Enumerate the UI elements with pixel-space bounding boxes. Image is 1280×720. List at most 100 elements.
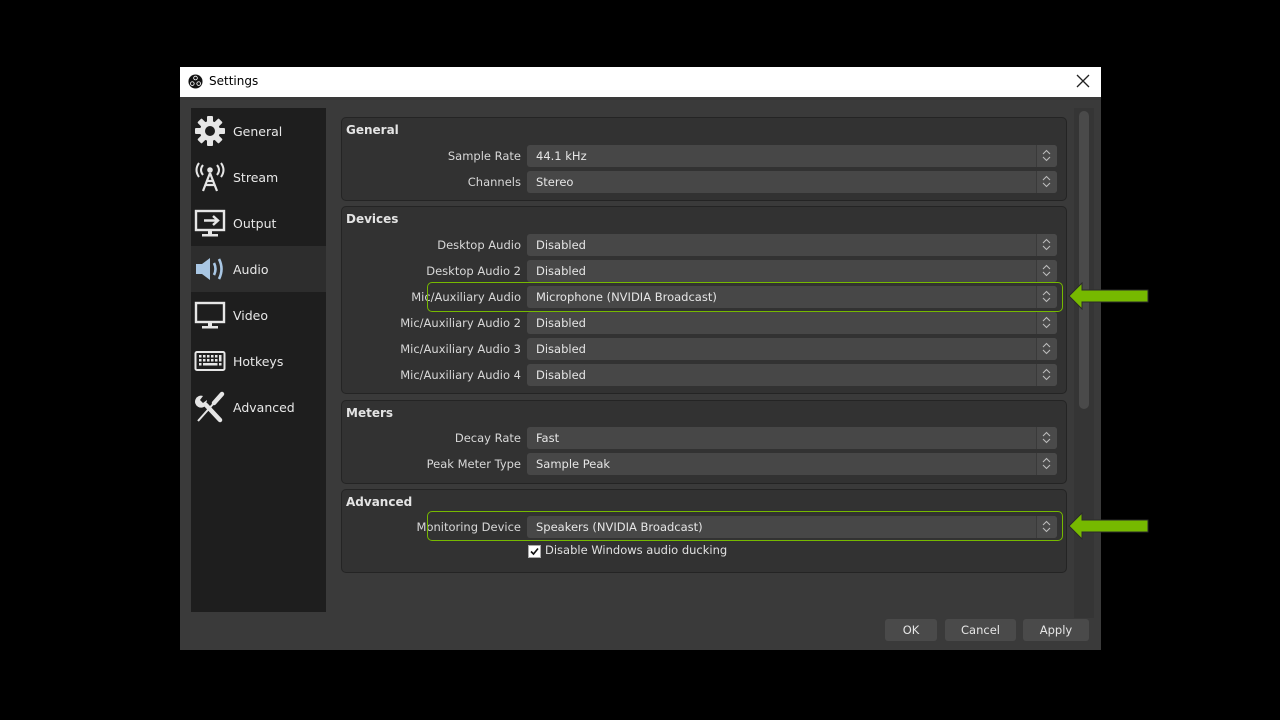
mic-aux-audio-3-row: Mic/Auxiliary Audio 3 Disabled	[342, 338, 1066, 360]
sidebar-item-output[interactable]: Output	[191, 200, 326, 246]
chevron-up-down-icon	[1036, 171, 1057, 193]
close-button[interactable]	[1073, 71, 1093, 91]
sidebar-item-label: Output	[233, 216, 277, 231]
sidebar-item-advanced[interactable]: Advanced	[191, 384, 326, 430]
annotation-arrow-icon	[1068, 282, 1149, 310]
select-value: Disabled	[536, 264, 586, 278]
peak-meter-type-row: Peak Meter Type Sample Peak	[342, 453, 1066, 475]
chevron-up-down-icon	[1036, 516, 1057, 538]
mic-aux-audio-row: Mic/Auxiliary Audio Microphone (NVIDIA B…	[342, 286, 1066, 308]
general-group: General Sample Rate 44.1 kHz Channels St…	[341, 117, 1067, 201]
settings-window: Settings General Stream Output Audio Vid…	[180, 67, 1101, 650]
select-value: Disabled	[536, 238, 586, 252]
mic-aux-audio-2-row: Mic/Auxiliary Audio 2 Disabled	[342, 312, 1066, 334]
close-icon	[1076, 74, 1090, 88]
sidebar-item-label: General	[233, 124, 283, 139]
desktop-audio-select[interactable]: Disabled	[527, 234, 1057, 256]
channels-label: Channels	[467, 175, 521, 189]
chevron-up-down-icon	[1036, 427, 1057, 449]
monitoring-device-row: Monitoring Device Speakers (NVIDIA Broad…	[342, 516, 1066, 538]
gear-icon	[195, 116, 225, 146]
peak-meter-type-label: Peak Meter Type	[426, 457, 521, 471]
chevron-up-down-icon	[1036, 364, 1057, 386]
select-value: Stereo	[536, 175, 574, 189]
chevron-up-down-icon	[1036, 338, 1057, 360]
meters-group: Meters Decay Rate Fast Peak Meter Type S…	[341, 400, 1067, 484]
group-title: Meters	[346, 406, 394, 420]
monitoring-device-label: Monitoring Device	[416, 520, 521, 534]
select-value: Fast	[536, 431, 560, 445]
sidebar-item-label: Hotkeys	[233, 354, 284, 369]
monitor-output-icon	[194, 209, 226, 237]
sample-rate-label: Sample Rate	[447, 149, 521, 163]
mic-aux-audio-4-row: Mic/Auxiliary Audio 4 Disabled	[342, 364, 1066, 386]
decay-rate-row: Decay Rate Fast	[342, 427, 1066, 449]
sidebar-item-label: Stream	[233, 170, 279, 185]
speaker-icon	[196, 258, 223, 280]
desktop-audio-2-select[interactable]: Disabled	[527, 260, 1057, 282]
devices-group: Devices Desktop Audio Disabled Desktop A…	[341, 206, 1067, 394]
select-value: Sample Peak	[536, 457, 611, 471]
title-bar: Settings	[180, 67, 1101, 97]
sidebar-item-audio[interactable]: Audio	[191, 246, 326, 292]
settings-sidebar: General Stream Output Audio Video Hotkey…	[191, 108, 326, 612]
cancel-button[interactable]: Cancel	[945, 619, 1016, 641]
mic-aux-audio-4-label: Mic/Auxiliary Audio 4	[400, 368, 521, 382]
select-value: 44.1 kHz	[536, 149, 587, 163]
chevron-up-down-icon	[1036, 286, 1057, 308]
annotation-arrow-icon	[1068, 512, 1149, 540]
broadcast-tower-icon	[195, 162, 225, 192]
monitoring-device-select[interactable]: Speakers (NVIDIA Broadcast)	[527, 516, 1057, 538]
channels-row: Channels Stereo	[342, 171, 1066, 193]
chevron-up-down-icon	[1036, 453, 1057, 475]
decay-rate-label: Decay Rate	[454, 431, 521, 445]
ok-button[interactable]: OK	[885, 619, 937, 641]
sidebar-item-hotkeys[interactable]: Hotkeys	[191, 338, 326, 384]
desktop-audio-2-row: Desktop Audio 2 Disabled	[342, 260, 1066, 282]
checkbox-label: Disable Windows audio ducking	[545, 543, 728, 557]
apply-button[interactable]: Apply	[1023, 619, 1089, 641]
chevron-up-down-icon	[1036, 260, 1057, 282]
mic-aux-audio-2-select[interactable]: Disabled	[527, 312, 1057, 334]
sidebar-item-label: Video	[233, 308, 269, 323]
mic-aux-audio-select[interactable]: Microphone (NVIDIA Broadcast)	[527, 286, 1057, 308]
decay-rate-select[interactable]: Fast	[527, 427, 1057, 449]
checkbox-box[interactable]	[528, 545, 541, 558]
sample-rate-select[interactable]: 44.1 kHz	[527, 145, 1057, 167]
sidebar-item-stream[interactable]: Stream	[191, 154, 326, 200]
select-value: Disabled	[536, 342, 586, 356]
mic-aux-audio-label: Mic/Auxiliary Audio	[411, 290, 521, 304]
mic-aux-audio-2-label: Mic/Auxiliary Audio 2	[400, 316, 521, 330]
select-value: Microphone (NVIDIA Broadcast)	[536, 290, 717, 304]
mic-aux-audio-3-label: Mic/Auxiliary Audio 3	[400, 342, 521, 356]
chevron-up-down-icon	[1036, 145, 1057, 167]
monitor-icon	[194, 301, 226, 329]
mic-aux-audio-3-select[interactable]: Disabled	[527, 338, 1057, 360]
channels-select[interactable]: Stereo	[527, 171, 1057, 193]
mic-aux-audio-4-select[interactable]: Disabled	[527, 364, 1057, 386]
chevron-up-down-icon	[1036, 234, 1057, 256]
sidebar-item-general[interactable]: General	[191, 108, 326, 154]
select-value: Disabled	[536, 368, 586, 382]
sidebar-item-label: Advanced	[233, 400, 295, 415]
group-title: Advanced	[346, 495, 413, 509]
sample-rate-row: Sample Rate 44.1 kHz	[342, 145, 1066, 167]
window-title: Settings	[209, 74, 259, 88]
audio-settings-panel: General Sample Rate 44.1 kHz Channels St…	[341, 108, 1067, 618]
peak-meter-type-select[interactable]: Sample Peak	[527, 453, 1057, 475]
select-value: Disabled	[536, 316, 586, 330]
sidebar-item-video[interactable]: Video	[191, 292, 326, 338]
advanced-group: Advanced Monitoring Device Speakers (NVI…	[341, 489, 1067, 573]
obs-logo-icon	[188, 74, 203, 89]
desktop-audio-row: Desktop Audio Disabled	[342, 234, 1066, 256]
scrollbar-thumb[interactable]	[1079, 111, 1089, 409]
sidebar-item-label: Audio	[233, 262, 269, 277]
group-title: Devices	[346, 212, 399, 226]
chevron-up-down-icon	[1036, 312, 1057, 334]
select-value: Speakers (NVIDIA Broadcast)	[536, 520, 703, 534]
tools-icon	[195, 391, 225, 423]
keyboard-icon	[194, 351, 226, 371]
desktop-audio-2-label: Desktop Audio 2	[426, 264, 521, 278]
group-title: General	[346, 123, 399, 137]
checkmark-icon	[530, 547, 539, 556]
